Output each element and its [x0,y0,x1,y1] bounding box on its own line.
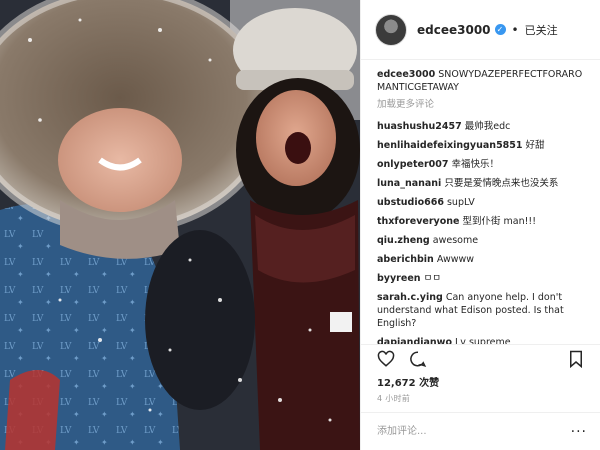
post-timestamp: 4 小时前 [377,394,411,403]
username[interactable]: edcee3000 [417,23,491,37]
comment-bubble-icon[interactable] [409,350,427,368]
comment-username[interactable]: ubstudio666 [377,197,444,208]
comment-item: luna_nanani 只要是爱情晚点来也没关系 [377,177,587,190]
add-comment-input[interactable] [375,425,571,438]
post-photo[interactable]: LV ✦ [0,0,360,450]
comment-item: henlihaidefeixingyuan5851 好甜 [377,139,587,152]
comment-text: Awwww [436,254,475,265]
comment-username[interactable]: thxforeveryone [377,216,459,227]
caption-username[interactable]: edcee3000 [377,69,435,80]
comment-item: dapiandianwo Lv supreme [377,336,587,344]
post-caption: edcee3000 SNOWYDAZEPERFECTFORAROMANTICGE… [377,68,587,94]
post-side-panel: edcee3000 ✓ • 已关注 edcee3000 SNOWYDAZEPER… [360,0,600,450]
comment-username[interactable]: huashushu2457 [377,121,462,132]
comment-item: qiu.zheng awesome [377,234,587,247]
comment-item: byyreen ㅁㅁ [377,272,587,285]
likes-count[interactable]: 12,672 次赞 [377,374,439,389]
verified-badge-icon: ✓ [494,24,506,35]
follow-status-button[interactable]: 已关注 [525,22,558,38]
comment-text: 最帅我edc [464,121,511,132]
bookmark-icon[interactable] [567,350,585,368]
comment-text: 幸福快乐！ [451,159,500,170]
comment-item: ubstudio666 supLV [377,196,587,209]
separator: • [511,22,519,37]
load-more-comments-link[interactable]: 加载更多评论 [377,96,587,114]
comment-username[interactable]: byyreen [377,273,421,284]
comment-item: onlypeter007 幸福快乐！ [377,158,587,171]
comment-text: 只要是爱情晚点来也没关系 [444,178,559,189]
comment-text: awesome [432,235,479,246]
comment-item: huashushu2457 最帅我edc [377,120,587,133]
comment-username[interactable]: luna_nanani [377,178,441,189]
comment-container: huashushu2457 最帅我edc henlihaidefeixingyua… [377,120,587,344]
comment-username[interactable]: qiu.zheng [377,235,430,246]
more-options-icon[interactable]: ··· [571,424,587,440]
comment-text: supLV [446,197,475,208]
comment-text: Lv supreme [455,337,511,344]
comment-text: 好甜 [525,140,545,151]
comment-item: sarah.c.ying Can anyone help. I don't un… [377,291,587,330]
comment-username[interactable]: sarah.c.ying [377,292,443,303]
action-bar [361,344,600,372]
comment-username[interactable]: aberichbin [377,254,434,265]
avatar[interactable] [375,13,407,46]
heart-icon[interactable] [377,350,395,368]
comment-item: thxforeveryone 型到仆街 man!!! [377,215,587,228]
add-comment-bar: ··· [361,412,600,450]
comments-list: edcee3000 SNOWYDAZEPERFECTFORAROMANTICGE… [361,60,600,344]
comment-username[interactable]: dapiandianwo [377,337,452,344]
post-header: edcee3000 ✓ • 已关注 [361,0,600,60]
snowy-couple-photo: LV ✦ [0,0,360,450]
comment-username[interactable]: onlypeter007 [377,159,448,170]
comment-text: ㅁㅁ [423,273,442,284]
comment-text: 型到仆街 man!!! [462,216,537,227]
instagram-post: LV ✦ [0,0,600,450]
comment-item: aberichbin Awwww [377,253,587,266]
comment-username[interactable]: henlihaidefeixingyuan5851 [377,140,523,151]
